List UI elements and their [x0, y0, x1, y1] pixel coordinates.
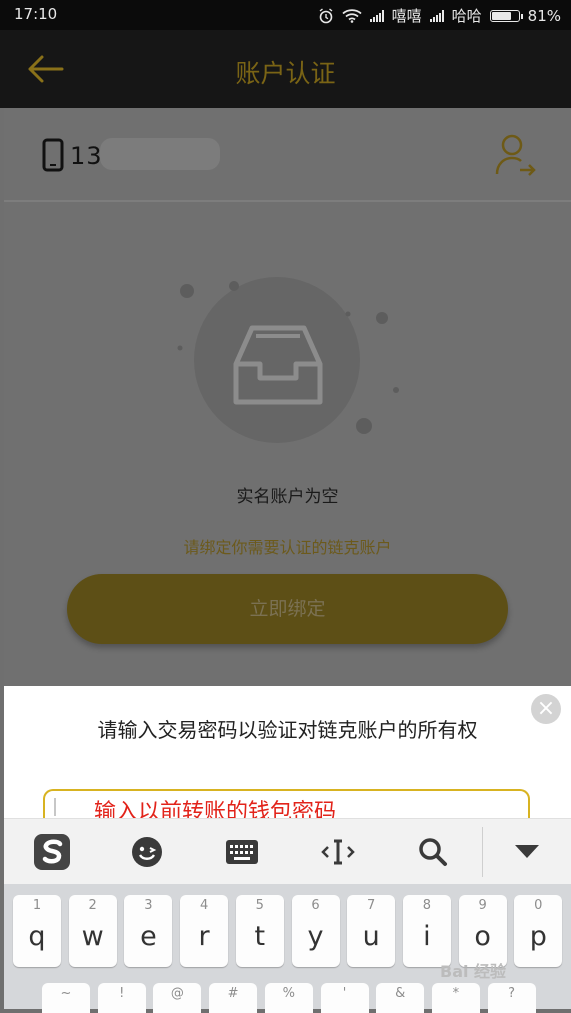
alarm-icon	[319, 7, 333, 23]
emoji-button[interactable]	[117, 819, 177, 885]
keyboard-icon	[226, 840, 258, 864]
keyboard-toolbar	[4, 818, 571, 885]
toolbar-divider	[482, 827, 483, 877]
battery-icon	[489, 9, 523, 22]
key-symbol-label: ~	[60, 986, 72, 1001]
signal-icon	[369, 9, 384, 22]
carrier-1: 嘻嘻	[391, 7, 422, 25]
key-t[interactable]: 5t	[235, 895, 284, 967]
sogou-logo-button[interactable]	[22, 819, 82, 885]
key-o[interactable]: 9o	[458, 895, 507, 967]
close-icon: ×	[536, 696, 556, 721]
collapse-keyboard-button[interactable]	[497, 819, 557, 885]
key-q[interactable]: 1q	[13, 895, 61, 967]
keyboard-switch-button[interactable]	[212, 819, 272, 885]
key-letter-label: e	[140, 921, 157, 952]
soft-keyboard: 1q2w3e4r5t6y7u8i9o0p ~! @ #% ' & *?	[4, 884, 571, 1013]
signal-icon	[429, 9, 444, 22]
sogou-logo-icon	[34, 834, 70, 870]
search-icon	[419, 838, 447, 866]
close-button[interactable]: ×	[531, 694, 561, 724]
empty-state-hint: 请绑定你需要认证的链克账户	[183, 538, 392, 557]
key-u[interactable]: 7u	[347, 895, 396, 967]
empty-inbox-illustration	[177, 277, 399, 443]
text-cursor-icon	[321, 839, 355, 865]
battery-percent: 81%	[527, 6, 561, 25]
key-number-label: 5	[255, 898, 264, 913]
key-number-label: 2	[88, 898, 97, 913]
empty-state-title: 实名账户为空	[236, 487, 339, 507]
nav-bar: 账户认证	[0, 30, 571, 108]
chevron-down-icon	[515, 845, 539, 858]
key-number-label: 4	[199, 898, 209, 913]
key-number-label: 3	[144, 898, 153, 913]
password-dialog: 请输入交易密码以验证对链克账户的所有权 × 输入以前转账的钱包密码	[4, 686, 571, 833]
cursor-move-button[interactable]	[308, 819, 368, 885]
switch-account-icon[interactable]	[494, 132, 538, 178]
key-symbol-label: %	[282, 986, 295, 1001]
bind-now-button[interactable]: 立即绑定	[67, 574, 508, 644]
emoji-icon	[132, 837, 162, 867]
page-title: 账户认证	[235, 59, 336, 88]
key-r[interactable]: 4r	[180, 895, 229, 967]
key-y[interactable]: 6y	[291, 895, 340, 967]
key-letter-label: p	[529, 921, 547, 952]
account-page: 13 73 实名账户为空 请绑定你需要认证的链克账户 立即绑定	[4, 108, 571, 686]
dialog-message: 请输入交易密码以验证对链克账户的所有权	[97, 718, 478, 742]
search-button[interactable]	[403, 819, 463, 885]
key-symbol-label: ?	[508, 986, 516, 1001]
key-letter-label: i	[423, 921, 431, 952]
key-number-label: 1	[32, 898, 42, 913]
key-i[interactable]: 8i	[402, 895, 451, 967]
key-letter-label: o	[474, 921, 491, 952]
phone-row: 13 73	[4, 108, 571, 202]
key-letter-label: t	[254, 921, 266, 952]
watermark: Bai 经验	[440, 962, 507, 981]
wifi-icon	[342, 8, 362, 23]
key-symbol-label: #	[227, 986, 239, 1001]
key-number-label: 6	[311, 898, 320, 913]
status-bar: 17:10 嘻嘻 哈哈 81%	[0, 0, 571, 30]
key-number-label: 0	[534, 898, 543, 913]
key-number-label: 7	[367, 898, 376, 913]
key-symbol-label: &	[395, 986, 406, 1001]
key-symbol-label: '	[342, 986, 347, 1001]
key-number-label: 9	[478, 898, 487, 913]
key-p[interactable]: 0p	[514, 895, 563, 967]
carrier-2: 哈哈	[451, 7, 482, 25]
key-letter-label: w	[81, 921, 104, 952]
key-letter-label: r	[198, 921, 210, 952]
key-letter-label: y	[307, 921, 324, 952]
text-cursor	[54, 798, 56, 816]
key-letter-label: q	[28, 921, 46, 952]
key-symbol-label: *	[452, 986, 460, 1001]
key-w[interactable]: 2w	[68, 895, 117, 967]
status-time: 17:10	[14, 5, 58, 23]
phone-number-mask	[100, 138, 220, 170]
phone-icon	[42, 138, 64, 172]
key-symbol-label: !	[119, 986, 125, 1001]
key-symbol-label: @	[170, 986, 184, 1001]
key-e[interactable]: 3e	[124, 895, 173, 967]
key-number-label: 8	[422, 898, 432, 913]
key-letter-label: u	[362, 921, 380, 952]
status-icons: 嘻嘻 哈哈 81%	[318, 5, 561, 26]
